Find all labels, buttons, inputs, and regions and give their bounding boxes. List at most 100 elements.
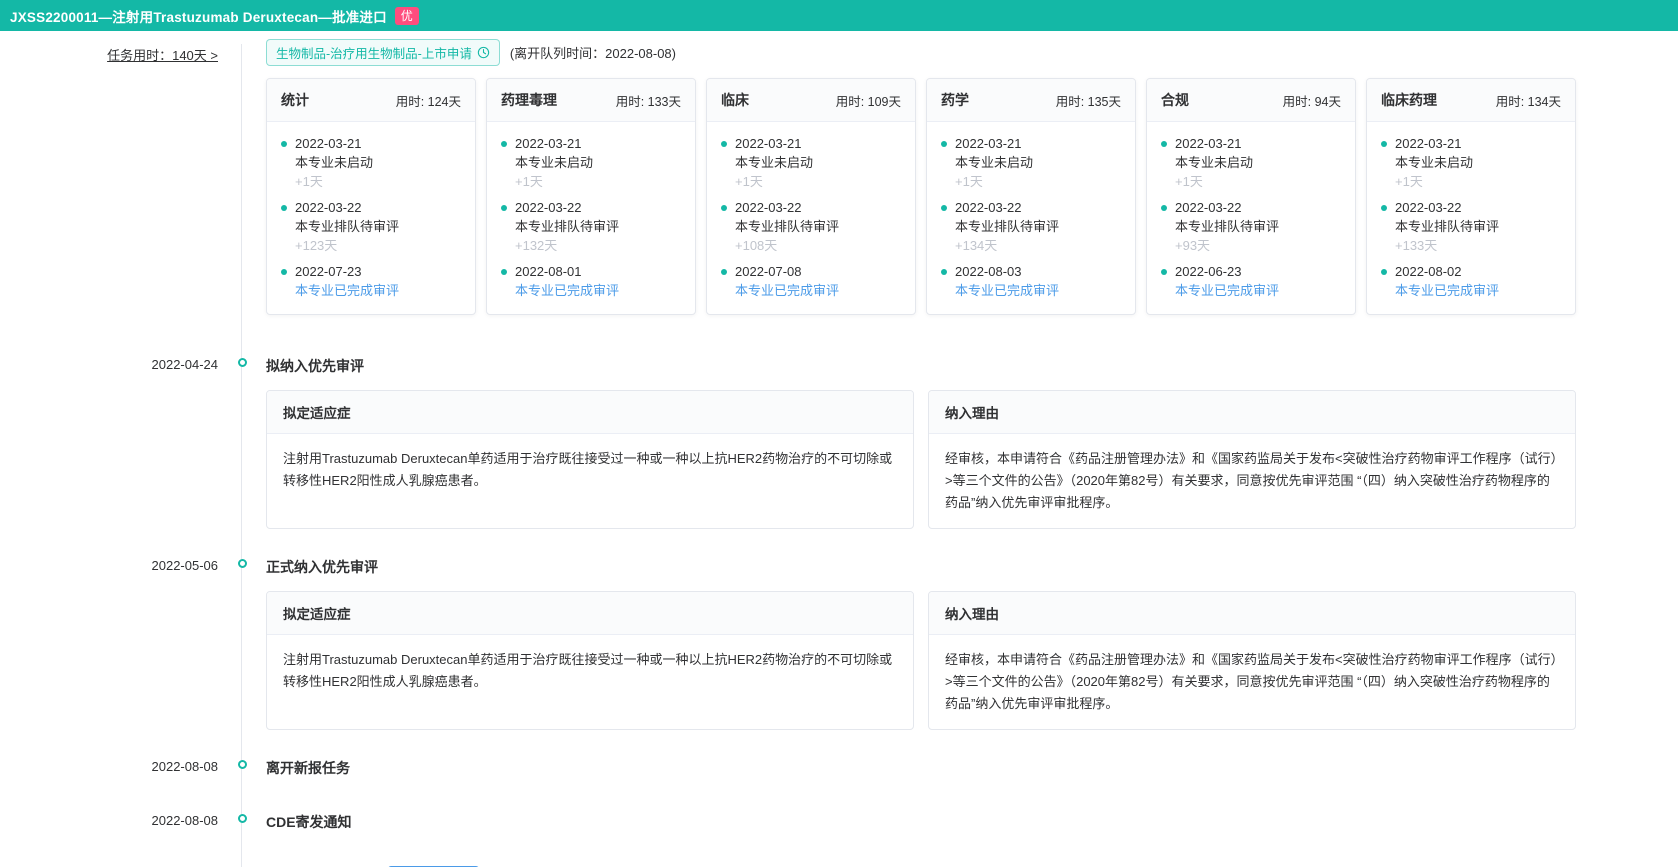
- specialty-card: 统计 用时: 124天 2022-03-21 本专业未启动 +1天 2022-0…: [266, 78, 476, 315]
- card-step: 2022-03-22 本专业排队待审评 +132天: [501, 198, 681, 255]
- step-date: 2022-03-21: [955, 134, 1022, 153]
- timeline-item: 2022-04-24 拟纳入优先审评 拟定适应症 注射用Trastuzumab …: [0, 355, 1678, 529]
- step-status: 本专业已完成审评: [955, 281, 1121, 300]
- specialty-card-duration: 用时: 133天: [616, 91, 681, 110]
- detail-panel-header: 纳入理由: [929, 391, 1575, 434]
- card-step: 2022-07-08 本专业已完成审评: [721, 262, 901, 300]
- timeline-item: 2022-08-08 离开新报任务: [0, 757, 1678, 778]
- step-delta: +1天: [295, 172, 461, 191]
- detail-panels: 拟定适应症 注射用Trastuzumab Deruxtecan单药适用于治疗既往…: [266, 390, 1576, 529]
- step-date: 2022-03-22: [515, 198, 582, 217]
- step-status: 本专业已完成审评: [735, 281, 901, 300]
- step-delta: +123天: [295, 236, 461, 255]
- step-delta: +1天: [1175, 172, 1341, 191]
- step-status: 本专业未启动: [735, 153, 901, 172]
- card-step-head: 2022-08-03: [941, 262, 1121, 281]
- step-dot-icon: [721, 141, 727, 147]
- step-dot-icon: [721, 205, 727, 211]
- step-dot-icon: [941, 205, 947, 211]
- specialty-card-header: 合规 用时: 94天: [1147, 79, 1355, 122]
- step-date: 2022-03-22: [1175, 198, 1242, 217]
- step-status: 本专业未启动: [1395, 153, 1561, 172]
- card-step: 2022-03-22 本专业排队待审评 +108天: [721, 198, 901, 255]
- step-status: 本专业排队待审评: [735, 217, 901, 236]
- timeline-item-content: 拟纳入优先审评 拟定适应症 注射用Trastuzumab Deruxtecan单…: [266, 355, 1576, 529]
- step-status: 本专业排队待审评: [1175, 217, 1341, 236]
- specialty-card-header: 临床 用时: 109天: [707, 79, 915, 122]
- card-step: 2022-03-21 本专业未启动 +1天: [721, 134, 901, 191]
- step-delta: +93天: [1175, 236, 1341, 255]
- step-dot-icon: [501, 269, 507, 275]
- page-title: JXSS2200011—注射用Trastuzumab Deruxtecan—批准…: [10, 6, 387, 26]
- step-dot-icon: [1381, 269, 1387, 275]
- step-delta: +1天: [735, 172, 901, 191]
- card-step-head: 2022-03-22: [721, 198, 901, 217]
- step-delta: +108天: [735, 236, 901, 255]
- timeline-title-row: 离开新报任务: [266, 757, 1576, 778]
- specialty-card-title: 统计: [281, 90, 309, 110]
- specialty-card-duration: 用时: 135天: [1056, 91, 1121, 110]
- step-dot-icon: [1161, 269, 1167, 275]
- step-date: 2022-03-21: [735, 134, 802, 153]
- step-status: 本专业未启动: [955, 153, 1121, 172]
- detail-panel-header: 拟定适应症: [267, 391, 913, 434]
- timeline-item: 2022-08-08 CDE寄发通知: [0, 811, 1678, 832]
- timeline-date: 2022-05-06: [0, 556, 218, 573]
- specialty-card-body: 2022-03-21 本专业未启动 +1天 2022-03-22 本专业排队待审…: [1147, 122, 1355, 314]
- page: 任务用时：140天 > 生物制品-治疗用生物制品-上市申请 (离开队列时间：20…: [0, 31, 1678, 867]
- step-dot-icon: [1161, 141, 1167, 147]
- timeline-event-title: 正式纳入优先审评: [266, 557, 378, 577]
- step-delta: +1天: [515, 172, 681, 191]
- step-date: 2022-06-23: [1175, 262, 1242, 281]
- card-step: 2022-03-21 本专业未启动 +1天: [281, 134, 461, 191]
- step-date: 2022-03-22: [735, 198, 802, 217]
- card-step-head: 2022-07-23: [281, 262, 461, 281]
- step-dot-icon: [281, 205, 287, 211]
- card-step-head: 2022-03-21: [941, 134, 1121, 153]
- timeline-list: 2022-04-24 拟纳入优先审评 拟定适应症 注射用Trastuzumab …: [0, 355, 1678, 867]
- timeline-node: [218, 355, 266, 367]
- timeline-event-title: 拟纳入优先审评: [266, 356, 364, 376]
- timeline-event-title: CDE寄发通知: [266, 812, 352, 832]
- card-step-head: 2022-03-22: [1381, 198, 1561, 217]
- card-step-head: 2022-03-22: [501, 198, 681, 217]
- card-step-head: 2022-08-02: [1381, 262, 1561, 281]
- application-type-badge[interactable]: 生物制品-治疗用生物制品-上市申请: [266, 39, 500, 66]
- step-status: 本专业已完成审评: [1175, 281, 1341, 300]
- timeline-date: 2022-08-08: [0, 757, 218, 774]
- step-delta: +1天: [955, 172, 1121, 191]
- specialty-card-title: 临床: [721, 90, 749, 110]
- step-status: 本专业已完成审评: [1395, 281, 1561, 300]
- head-content: 生物制品-治疗用生物制品-上市申请 (离开队列时间：2022-08-08) 统计…: [266, 39, 1576, 315]
- timeline-item-content: CDE寄发通知: [266, 811, 1576, 832]
- step-date: 2022-03-21: [295, 134, 362, 153]
- card-step: 2022-03-21 本专业未启动 +1天: [941, 134, 1121, 191]
- priority-badge: 优: [395, 7, 419, 25]
- timeline-event-title: 离开新报任务: [266, 758, 350, 778]
- task-duration-link[interactable]: 任务用时：140天 >: [107, 48, 218, 63]
- timeline-node-icon: [238, 760, 247, 769]
- timeline-head-item: 任务用时：140天 > 生物制品-治疗用生物制品-上市申请 (离开队列时间：20…: [0, 39, 1678, 315]
- step-date: 2022-07-23: [295, 262, 362, 281]
- card-step: 2022-03-22 本专业排队待审评 +133天: [1381, 198, 1561, 255]
- card-step-head: 2022-03-21: [721, 134, 901, 153]
- card-step: 2022-03-21 本专业未启动 +1天: [501, 134, 681, 191]
- specialty-card-duration: 用时: 94天: [1283, 91, 1341, 110]
- step-dot-icon: [281, 141, 287, 147]
- timeline-node: [218, 811, 266, 823]
- specialty-card-title: 合规: [1161, 90, 1189, 110]
- detail-panel: 拟定适应症 注射用Trastuzumab Deruxtecan单药适用于治疗既往…: [266, 591, 914, 730]
- titlebar: JXSS2200011—注射用Trastuzumab Deruxtecan—批准…: [0, 0, 1678, 31]
- step-dot-icon: [501, 205, 507, 211]
- card-step-head: 2022-03-22: [941, 198, 1121, 217]
- step-date: 2022-07-08: [735, 262, 802, 281]
- meta-row: 生物制品-治疗用生物制品-上市申请 (离开队列时间：2022-08-08): [266, 39, 1576, 66]
- card-step-head: 2022-03-21: [1161, 134, 1341, 153]
- step-date: 2022-08-02: [1395, 262, 1462, 281]
- step-status: 本专业已完成审评: [295, 281, 461, 300]
- clock-icon: [477, 46, 490, 59]
- timeline-title-row: CDE寄发通知: [266, 811, 1576, 832]
- step-delta: +133天: [1395, 236, 1561, 255]
- queue-leave-time: (离开队列时间：2022-08-08): [510, 43, 676, 62]
- card-step: 2022-03-22 本专业排队待审评 +93天: [1161, 198, 1341, 255]
